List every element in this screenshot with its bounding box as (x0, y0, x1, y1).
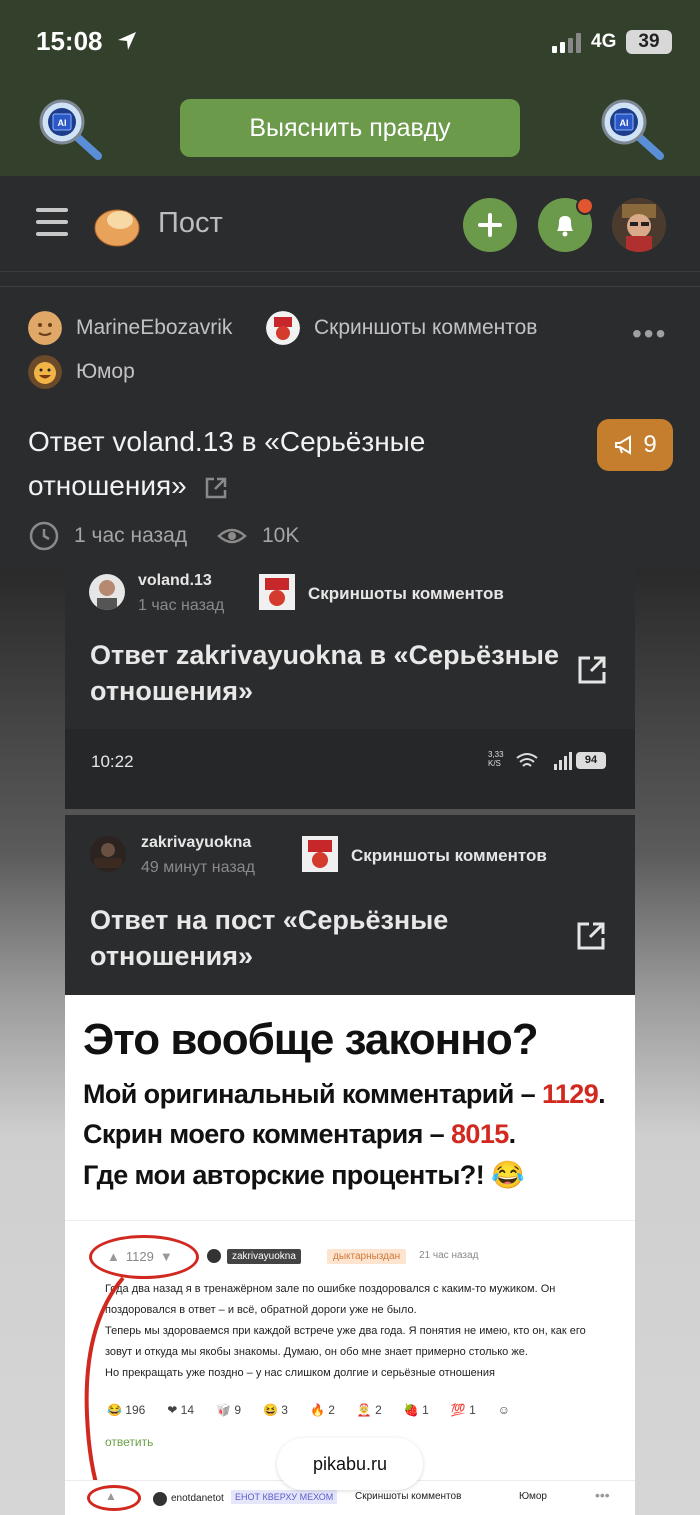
shot1-time: 1 час назад (138, 597, 225, 614)
post-title[interactable]: Ответ voland.13 в «Серьёзные отношения» (28, 420, 548, 508)
post-tag[interactable]: Юмор (28, 355, 135, 389)
red-arrow-icon (84, 1276, 125, 1508)
post-community[interactable]: Скриншоты комментов (266, 311, 537, 345)
bottom-community: Скриншоты комментов (355, 1491, 462, 1502)
menu-icon[interactable] (36, 208, 68, 238)
more-options-icon[interactable]: ••• (632, 318, 667, 350)
reaction: 🥡 9 (216, 1403, 241, 1417)
post-author[interactable]: MarineEbozavrik (28, 311, 232, 345)
reaction: ☺ (497, 1403, 511, 1417)
user-avatar[interactable] (612, 198, 666, 252)
bottom-avatar (153, 1492, 167, 1506)
post-views: 10K (216, 520, 299, 552)
post-time: 1 час назад (28, 520, 187, 552)
reaction: 🍓 1 (403, 1403, 429, 1417)
shot1-user: voland.13 (138, 572, 212, 589)
external-link-icon (577, 922, 605, 950)
author-name: MarineEbozavrik (76, 316, 233, 339)
browser-top-bar: 15:08 4G 39 AI Выяснить правду AI (0, 0, 700, 176)
svg-text:AI: AI (58, 118, 67, 128)
notification-dot (576, 197, 594, 215)
reaction: 💯 1 (450, 1403, 476, 1417)
site-header: Пост (0, 176, 700, 272)
find-truth-button[interactable]: Выяснить правду (180, 99, 520, 157)
community-icon (302, 836, 338, 872)
svg-text:AI: AI (620, 118, 629, 128)
status-bar: 15:08 4G 39 (0, 0, 700, 84)
phone-battery: 94 (576, 752, 606, 769)
megaphone-icon (615, 435, 632, 455)
upvote-icon: ▲ (105, 1489, 117, 1503)
ai-magnifier-icon: AI (39, 99, 102, 160)
shot1-community: Скриншоты комментов (308, 584, 504, 603)
add-post-button[interactable] (463, 198, 517, 252)
comment-avatar (207, 1249, 221, 1263)
bottom-topic: Юмор (519, 1491, 547, 1502)
meme-line-2-end: . (508, 1119, 516, 1149)
status-time: 15:08 (36, 26, 103, 56)
page-title: Пост (158, 207, 223, 239)
plus-icon (478, 213, 502, 237)
community-icon (259, 574, 295, 610)
author-avatar (28, 311, 62, 345)
meme-image: Это вообще законно? Мой оригинальный ком… (65, 995, 635, 1515)
comment-time: 21 час назад (419, 1250, 479, 1261)
comments-badge[interactable]: 9 (597, 419, 673, 471)
bottom-tag: ЕНОТ КВЕРХУ МЕХОМ (231, 1490, 338, 1504)
meme-line-1-end: . (598, 1079, 606, 1109)
url-bar[interactable]: pikabu.ru (277, 1438, 423, 1490)
network-type: 4G (591, 31, 617, 52)
pikabu-logo-icon[interactable] (94, 203, 140, 247)
comment-user: zakrivayuokna (227, 1249, 301, 1264)
reaction: 🤶 2 (356, 1403, 382, 1417)
tag-name: Юмор (76, 360, 135, 383)
post-views-text: 10K (262, 524, 300, 547)
reaction: 🔥 2 (309, 1403, 335, 1417)
external-link-icon (578, 656, 606, 684)
location-arrow-icon (118, 32, 136, 50)
phone-time: 10:22 (91, 752, 134, 771)
external-link-icon[interactable] (202, 474, 230, 502)
meme-line-2-number: 8015 (451, 1119, 509, 1149)
zakrivayuokna-avatar (90, 836, 126, 872)
ai-search-button-right[interactable]: AI (600, 98, 666, 164)
reaction: 😆 3 (263, 1403, 288, 1417)
post-time-text: 1 час назад (74, 524, 188, 547)
wifi-icon (516, 753, 538, 767)
eye-icon (217, 528, 247, 544)
bottom-more-icon: ••• (595, 1487, 610, 1503)
comment-tag: дыктарныздан (327, 1249, 407, 1264)
shot2-user: zakrivayuokna (141, 834, 252, 851)
community-name: Скриншоты комментов (314, 316, 538, 339)
phone-speed: 3,33 K/S (488, 750, 504, 768)
clock-icon (29, 521, 59, 551)
voland-avatar (89, 574, 125, 610)
avatar-image (612, 198, 666, 252)
shot2-community: Скриншоты комментов (351, 846, 547, 865)
humor-tag-icon (28, 355, 62, 389)
comments-count: 9 (643, 431, 657, 458)
notifications-button[interactable] (538, 197, 594, 252)
signal-bars-icon (552, 33, 581, 53)
shot1-title: Ответ zakrivayuokna в «Серьёзные отношен… (90, 640, 559, 706)
ai-magnifier-icon: AI (601, 99, 664, 160)
bottom-user: enotdanetot (171, 1493, 224, 1504)
ai-search-button-left[interactable]: AI (38, 98, 104, 164)
community-avatar (266, 311, 300, 345)
shot2-time: 49 минут назад (141, 859, 255, 876)
shot2-title: Ответ на пост «Серьёзные отношения» (90, 905, 449, 971)
cell-signal-icon (554, 752, 572, 770)
meme-line-1-number: 1129 (541, 1079, 599, 1109)
battery-indicator: 39 (626, 30, 672, 54)
